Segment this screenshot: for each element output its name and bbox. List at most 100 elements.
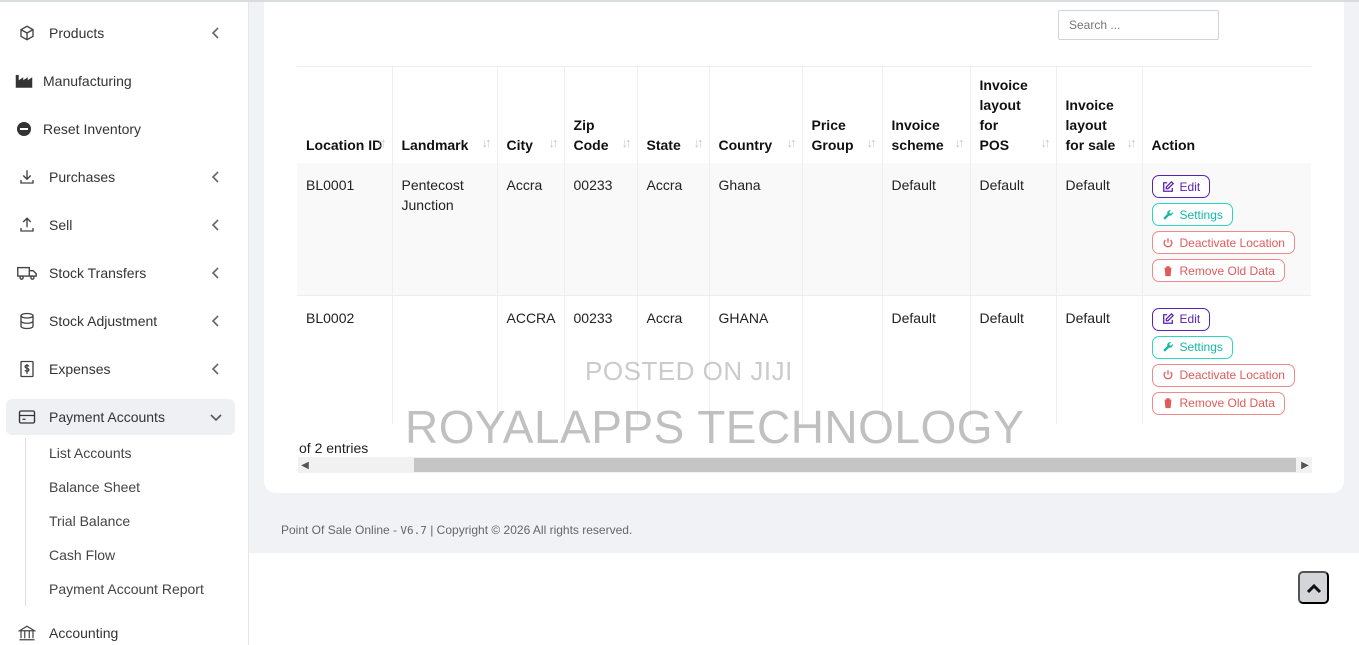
sidebar-item-stock-transfers[interactable]: Stock Transfers <box>0 255 249 291</box>
sidebar: Products Manufacturing Reset Inventory P… <box>0 0 249 645</box>
sidebar-item-sell[interactable]: Sell <box>0 207 249 243</box>
sidebar-item-label: Reset Inventory <box>43 121 142 137</box>
horizontal-scrollbar[interactable]: ◀ ▶ <box>298 457 1312 473</box>
cell-actions: Edit Settings Deactivate Location Remove… <box>1142 294 1311 424</box>
chevron-left-icon <box>211 219 219 231</box>
sidebar-item-payment-accounts[interactable]: Payment Accounts <box>6 399 235 435</box>
sort-icon: ↓↑ <box>954 135 965 150</box>
column-header-price-group[interactable]: Price Group ↓↑ <box>802 67 883 163</box>
chevron-left-icon <box>211 315 219 327</box>
dollar-receipt-icon <box>17 359 37 379</box>
sidebar-item-products[interactable]: Products <box>0 15 249 51</box>
search-input[interactable] <box>1058 10 1219 40</box>
sort-icon: ↓↑ <box>693 135 704 150</box>
scroll-to-top-button[interactable] <box>1298 571 1329 604</box>
sidebar-item-label: Stock Transfers <box>49 265 147 281</box>
scroll-right-icon[interactable]: ▶ <box>1298 458 1312 472</box>
sort-icon: ↓↑ <box>481 135 492 150</box>
sidebar-item-label: Purchases <box>49 169 116 185</box>
cell-location-id: BL0001 <box>297 163 393 295</box>
cell-layout-pos: Default <box>970 163 1057 295</box>
sort-icon: ↓↑ <box>376 135 387 150</box>
main-content: Location ID↓↑ Landmark↓↑ City↓↑ Zip Code… <box>249 0 1359 553</box>
chevron-up-icon <box>1306 583 1321 593</box>
sidebar-item-stock-adjustment[interactable]: Stock Adjustment <box>0 303 249 339</box>
sidebar-subitem-list-accounts[interactable]: List Accounts <box>49 445 132 461</box>
cube-icon <box>17 23 37 43</box>
column-header-invoice-layout-sale[interactable]: Invoice layout for sale ↓↑ <box>1056 67 1143 163</box>
chevron-down-icon <box>210 414 222 422</box>
cell-city: Accra <box>497 163 565 295</box>
cell-state: Accra <box>637 163 710 295</box>
power-icon <box>1163 237 1173 247</box>
watermark-brand: ROYALAPPS TECHNOLOGY <box>405 401 1025 453</box>
arrow-down-icon <box>17 167 37 187</box>
trash-icon <box>1163 398 1172 409</box>
sidebar-item-manufacturing[interactable]: Manufacturing <box>0 63 249 99</box>
remove-old-data-button[interactable]: Remove Old Data <box>1151 391 1285 415</box>
wrench-icon <box>1162 342 1173 352</box>
settings-button[interactable]: Settings <box>1151 335 1233 359</box>
sidebar-item-reset-inventory[interactable]: Reset Inventory <box>0 111 249 147</box>
sort-icon: ↓↑ <box>866 135 877 150</box>
sidebar-subitem-payment-account-report[interactable]: Payment Account Report <box>49 581 204 597</box>
sidebar-subitem-trial-balance[interactable]: Trial Balance <box>49 513 130 529</box>
table-header-row: Location ID ↓↑ Landmark ↓↑ City ↓↑ Zip Code… <box>297 67 1311 163</box>
column-header-city[interactable]: City ↓↑ <box>497 67 565 163</box>
column-header-zip-code[interactable]: Zip Code ↓↑ <box>564 67 638 163</box>
remove-old-data-button[interactable]: Remove Old Data <box>1151 259 1285 282</box>
column-header-action: Action <box>1151 137 1196 153</box>
sidebar-item-label: Accounting <box>49 625 119 641</box>
sort-icon: ↓↑ <box>548 135 559 150</box>
arrow-up-icon <box>17 215 37 235</box>
factory-icon <box>14 71 34 91</box>
column-header-invoice-layout-pos[interactable]: Invoice layout for POS ↓↑ <box>970 67 1057 163</box>
wrench-icon <box>1162 209 1173 220</box>
top-border <box>0 0 1359 2</box>
sidebar-item-label: Stock Adjustment <box>49 313 158 329</box>
settings-button[interactable]: Settings <box>1151 203 1233 226</box>
cell-layout-sale: Default <box>1056 294 1143 424</box>
chevron-left-icon <box>211 363 219 375</box>
sort-icon: ↓↑ <box>1040 135 1051 150</box>
locations-table: Location ID ↓↑ Landmark ↓↑ City ↓↑ Zip Code… <box>297 66 1311 424</box>
edit-icon <box>1162 180 1174 192</box>
sidebar-item-label: Products <box>49 25 105 41</box>
sidebar-subitem-balance-sheet[interactable]: Balance Sheet <box>49 479 140 495</box>
scrollbar-thumb[interactable] <box>414 458 1296 472</box>
credit-card-icon <box>17 407 37 427</box>
sidebar-item-purchases[interactable]: Purchases <box>0 159 249 195</box>
truck-icon <box>17 263 37 283</box>
edit-icon <box>1162 313 1174 324</box>
cell-zip: 00233 <box>564 163 638 295</box>
deactivate-location-button[interactable]: Deactivate Location <box>1151 363 1295 387</box>
database-icon <box>17 311 37 331</box>
column-header-state[interactable]: State ↓↑ <box>637 67 710 163</box>
minus-circle-icon <box>14 119 34 139</box>
column-header-location-id[interactable]: Location ID ↓↑ <box>297 67 393 163</box>
sidebar-item-expenses[interactable]: Expenses <box>0 351 249 387</box>
edit-button[interactable]: Edit <box>1151 307 1211 331</box>
edit-button[interactable]: Edit <box>1151 175 1211 198</box>
deactivate-location-button[interactable]: Deactivate Location <box>1151 231 1295 254</box>
scroll-left-icon[interactable]: ◀ <box>298 458 312 472</box>
column-header-invoice-scheme[interactable]: Invoice scheme ↓↑ <box>882 67 971 163</box>
chevron-left-icon <box>211 27 219 39</box>
submenu-divider <box>25 438 26 606</box>
trash-icon <box>1163 265 1172 276</box>
cell-actions: Edit Settings Deactivate Location Remove… <box>1142 163 1311 295</box>
sort-icon: ↓↑ <box>1126 135 1137 150</box>
cell-price-group <box>802 163 883 295</box>
sidebar-item-label: Payment Accounts <box>49 409 165 425</box>
column-header-country[interactable]: Country ↓↑ <box>709 67 803 163</box>
cell-layout-sale: Default <box>1056 163 1143 295</box>
sidebar-item-label: Manufacturing <box>43 73 132 89</box>
cell-location-id: BL0002 <box>297 294 393 424</box>
column-header-landmark[interactable]: Landmark ↓↑ <box>392 67 498 163</box>
entries-info: of 2 entries <box>299 440 369 456</box>
sidebar-subitem-cash-flow[interactable]: Cash Flow <box>49 547 115 563</box>
sort-icon: ↓↑ <box>786 135 797 150</box>
sidebar-item-accounting[interactable]: Accounting <box>0 615 249 645</box>
table-row: BL0001 Pentecost Junction Accra 00233 Ac… <box>297 163 1311 295</box>
sidebar-item-label: Sell <box>49 217 73 233</box>
